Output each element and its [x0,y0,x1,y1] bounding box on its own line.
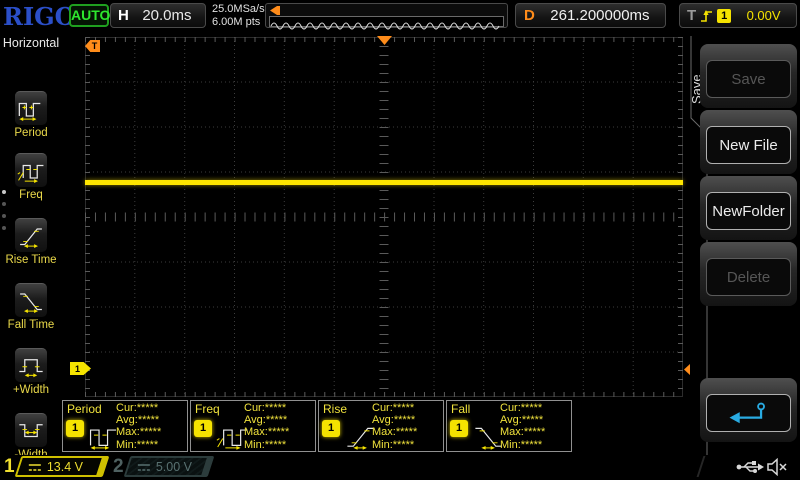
waveform-preview-strip[interactable] [265,3,508,28]
panel-channel-badge: 1 [322,420,340,437]
status-divider [697,456,706,477]
channel2-number: 2 [113,456,124,478]
measurement-panel-period[interactable]: Period 1 Cur:***** Avg:***** Max:***** M… [62,400,188,452]
new-folder-button[interactable]: NewFolder [706,192,791,230]
softkey-slot [700,378,797,442]
delay-label: D [524,7,535,24]
panel-title: Period [67,402,102,416]
oscilloscope-screen: RIGOL AUTO H 20.0ms 25.0MSa/s 6.00M pts … [0,0,800,480]
return-arrow-icon [728,400,770,426]
trigger-label: T [687,7,696,24]
horizontal-timebase-box[interactable]: H 20.0ms [110,3,206,28]
sidebar-item-label: Rise Time [0,254,62,266]
panel-values: Cur:***** Avg:***** Max:***** Min:***** [500,402,545,451]
channel2-status[interactable]: 5.00 V [124,456,215,477]
panel-channel-badge: 1 [450,420,468,437]
minus-width-icon [15,413,47,447]
fall-time-icon [15,283,47,317]
plus-width-icon [15,348,47,382]
panel-values: Cur:***** Avg:***** Max:***** Min:***** [244,402,289,451]
sidebar-title: Horizontal [0,36,62,50]
channel1-scale: 13.4 V [47,460,83,474]
graticule [85,37,683,397]
panel-values: Cur:***** Avg:***** Max:***** Min:***** [372,402,417,451]
trigger-level-value: 0.00V [731,8,796,23]
horizontal-label: H [118,7,129,24]
trigger-edge-icon [700,8,713,24]
sample-rate: 25.0MSa/s [212,3,265,16]
run-state-badge: AUTO [69,4,109,27]
delay-value: 261.200000ms [535,7,665,24]
sidebar-item-label: Freq [0,189,62,201]
softkey-slot: Save [700,44,797,108]
back-button[interactable] [706,394,791,432]
dc-coupling-icon [137,461,151,472]
top-status-bar: RIGOL AUTO H 20.0ms 25.0MSa/s 6.00M pts … [0,0,800,32]
measurement-panel-freq[interactable]: Freq 1 Cur:***** Avg:***** Max:***** Min… [190,400,316,452]
dc-coupling-icon [28,461,42,472]
softkey-slot: NewFolder [700,176,797,240]
channel2-scale: 5.00 V [156,460,192,474]
timebase-value: 20.0ms [129,7,205,24]
channel1-status[interactable]: 13.4 V [15,456,110,477]
speaker-muted-icon [766,458,788,476]
channel1-trace [85,180,683,185]
softkey-slot: New File [700,110,797,174]
panel-title: Freq [195,402,220,416]
channel-status-bar: 1 13.4 V 2 5.00 V [0,455,800,480]
acquisition-info: 25.0MSa/s 6.00M pts [212,3,265,29]
period-icon [15,91,47,125]
preview-sine-icon [270,21,503,30]
sidebar-item-label: Fall Time [0,319,62,331]
memory-depth: 6.00M pts [212,16,265,29]
waveform-display: T 1 T [62,32,690,455]
usb-icon [736,460,764,474]
panel-channel-badge: 1 [66,420,84,437]
panel-values: Cur:***** Avg:***** Max:***** Min:***** [116,402,161,451]
channel1-number: 1 [4,456,15,478]
delete-button[interactable]: Delete [706,258,791,296]
trigger-status-box[interactable]: T 1 0.00V [679,3,797,28]
preview-waveform-window [269,16,504,27]
rise-time-icon [15,218,47,252]
sidebar-item-label: +Width [0,384,62,396]
panel-channel-badge: 1 [194,420,212,437]
panel-title: Fall [451,402,470,416]
freq-icon [15,153,47,187]
measurement-panel-rise[interactable]: Rise 1 Cur:***** Avg:***** Max:***** Min… [318,400,444,452]
measurement-panel-fall[interactable]: Fall 1 Cur:***** Avg:***** Max:***** Min… [446,400,572,452]
measure-sidebar: Horizontal Period [0,32,62,455]
trigger-source-badge: 1 [717,9,731,23]
sidebar-item-label: Period [0,127,62,139]
save-button[interactable]: Save [706,60,791,98]
panel-title: Rise [323,402,347,416]
delay-offset-box[interactable]: D 261.200000ms [515,3,666,28]
softkey-slot: Delete [700,242,797,306]
preview-trigger-marker-icon [270,6,281,15]
softkey-menu: Save Save New File NewFolder Delete [690,32,800,455]
new-file-button[interactable]: New File [706,126,791,164]
